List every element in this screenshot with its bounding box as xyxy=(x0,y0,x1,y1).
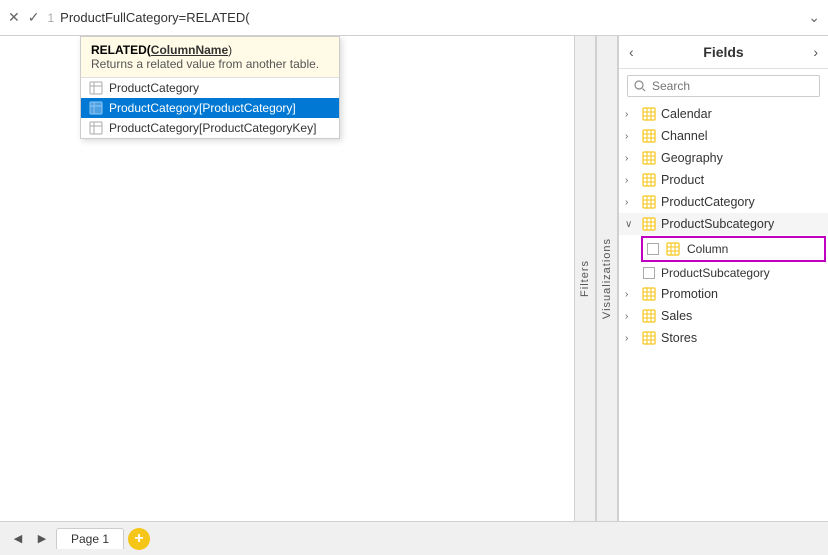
chevron-right-icon: › xyxy=(625,131,637,142)
chevron-right-icon: › xyxy=(625,197,637,208)
fields-expand-icon[interactable]: › xyxy=(813,44,818,60)
field-group-product: › Product xyxy=(619,169,828,191)
field-group-header-productsubcategory[interactable]: ∨ ProductSubcategory xyxy=(619,213,828,235)
formula-bar-icons: ✕ ✓ xyxy=(8,9,39,26)
page-prev-button[interactable]: ◀ xyxy=(8,529,28,549)
autocomplete-item[interactable]: ProductCategory[ProductCategoryKey] xyxy=(81,118,339,138)
field-group-label: Sales xyxy=(661,309,692,323)
visualizations-tab-label[interactable]: Visualizations xyxy=(601,238,613,319)
chevron-right-icon: › xyxy=(625,109,637,120)
autocomplete-tooltip: RELATED(ColumnName) Returns a related va… xyxy=(81,37,339,78)
page-tab[interactable]: Page 1 xyxy=(56,528,124,549)
tooltip-param: ColumnName xyxy=(151,43,228,57)
chevron-right-icon: › xyxy=(625,175,637,186)
field-group-header-promotion[interactable]: › Promotion xyxy=(619,283,828,305)
field-group-channel: › Channel xyxy=(619,125,828,147)
filters-tab-label[interactable]: Filters xyxy=(579,260,591,297)
autocomplete-popup: RELATED(ColumnName) Returns a related va… xyxy=(80,36,340,139)
checkbox-column[interactable] xyxy=(647,243,659,255)
chevron-right-icon: › xyxy=(625,311,637,322)
formula-chevron-icon[interactable]: ⌄ xyxy=(808,9,820,26)
table-icon xyxy=(641,286,657,302)
table-icon xyxy=(641,308,657,324)
field-group-geography: › Geography xyxy=(619,147,828,169)
field-group-productcategory: › ProductCategory xyxy=(619,191,828,213)
field-group-label: Stores xyxy=(661,331,697,345)
table-icon xyxy=(641,194,657,210)
field-group-label: Geography xyxy=(661,151,723,165)
field-group-label: Product xyxy=(661,173,704,187)
table-icon xyxy=(641,150,657,166)
table-icon xyxy=(89,121,103,135)
field-group-header-channel[interactable]: › Channel xyxy=(619,125,828,147)
field-group-label: Calendar xyxy=(661,107,712,121)
filters-tab[interactable]: Filters xyxy=(574,36,596,521)
field-children-productsubcategory: Column ProductSubcategory xyxy=(619,236,828,283)
field-child-label: Column xyxy=(687,242,728,256)
fields-collapse-icon[interactable]: ‹ xyxy=(629,44,634,60)
fields-title: Fields xyxy=(703,44,743,60)
add-page-button[interactable]: + xyxy=(128,528,150,550)
autocomplete-item[interactable]: ProductCategory xyxy=(81,78,339,98)
visualizations-tab[interactable]: Visualizations xyxy=(596,36,618,521)
field-group-header-geography[interactable]: › Geography xyxy=(619,147,828,169)
checkbox-productsubcategory[interactable] xyxy=(643,267,655,279)
field-group-header-calendar[interactable]: › Calendar xyxy=(619,103,828,125)
field-group-sales: › Sales xyxy=(619,305,828,327)
table-icon xyxy=(641,128,657,144)
check-icon[interactable]: ✓ xyxy=(28,9,40,26)
autocomplete-item-label: ProductCategory[ProductCategory] xyxy=(109,101,296,115)
search-icon xyxy=(634,80,646,92)
field-child-productsubcategory[interactable]: ProductSubcategory xyxy=(639,263,828,283)
formula-bar: ✕ ✓ 1 ProductFullCategory=RELATED( ⌄ xyxy=(0,0,828,36)
field-child-column[interactable]: Column xyxy=(641,236,826,262)
field-group-productsubcategory: ∨ ProductSubcategory xyxy=(619,213,828,283)
field-group-header-productcategory[interactable]: › ProductCategory xyxy=(619,191,828,213)
fields-panel: ‹ Fields › › xyxy=(618,36,828,521)
field-group-header-sales[interactable]: › Sales xyxy=(619,305,828,327)
fields-list: › Calendar › xyxy=(619,103,828,521)
close-icon[interactable]: ✕ xyxy=(8,9,20,26)
field-group-label: ProductSubcategory xyxy=(661,217,774,231)
chevron-down-icon: ∨ xyxy=(625,219,637,230)
field-group-label: Promotion xyxy=(661,287,718,301)
autocomplete-item-label: ProductCategory[ProductCategoryKey] xyxy=(109,121,316,135)
tooltip-close-paren: ) xyxy=(228,43,232,57)
autocomplete-item[interactable]: ProductCategory[ProductCategory] xyxy=(81,98,339,118)
main-layout: RELATED(ColumnName) Returns a related va… xyxy=(0,36,828,521)
autocomplete-item-label: ProductCategory xyxy=(109,81,199,95)
fields-header: ‹ Fields › xyxy=(619,36,828,69)
field-group-calendar: › Calendar xyxy=(619,103,828,125)
chevron-right-icon: › xyxy=(625,289,637,300)
fields-search-box[interactable] xyxy=(627,75,820,97)
table-icon xyxy=(641,330,657,346)
bottom-bar: ◀ ▶ Page 1 + xyxy=(0,521,828,555)
field-group-label: Channel xyxy=(661,129,708,143)
formula-text[interactable]: ProductFullCategory=RELATED( xyxy=(60,10,808,25)
chevron-right-icon: › xyxy=(625,333,637,344)
table-icon xyxy=(89,81,103,95)
field-group-header-stores[interactable]: › Stores xyxy=(619,327,828,349)
editor-area[interactable]: RELATED(ColumnName) Returns a related va… xyxy=(0,36,574,521)
line-number: 1 xyxy=(47,11,54,25)
field-group-promotion: › Promotion xyxy=(619,283,828,305)
table-icon xyxy=(641,216,657,232)
tooltip-description: Returns a related value from another tab… xyxy=(91,57,329,71)
tooltip-func: RELATED( xyxy=(91,43,151,57)
field-group-label: ProductCategory xyxy=(661,195,755,209)
search-input[interactable] xyxy=(652,79,813,93)
chevron-right-icon: › xyxy=(625,153,637,164)
table-icon xyxy=(89,101,103,115)
field-child-label: ProductSubcategory xyxy=(661,266,770,280)
field-group-stores: › Stores xyxy=(619,327,828,349)
table-icon xyxy=(641,106,657,122)
field-group-header-product[interactable]: › Product xyxy=(619,169,828,191)
page-next-button[interactable]: ▶ xyxy=(32,529,52,549)
table-icon xyxy=(665,241,681,257)
table-icon xyxy=(641,172,657,188)
